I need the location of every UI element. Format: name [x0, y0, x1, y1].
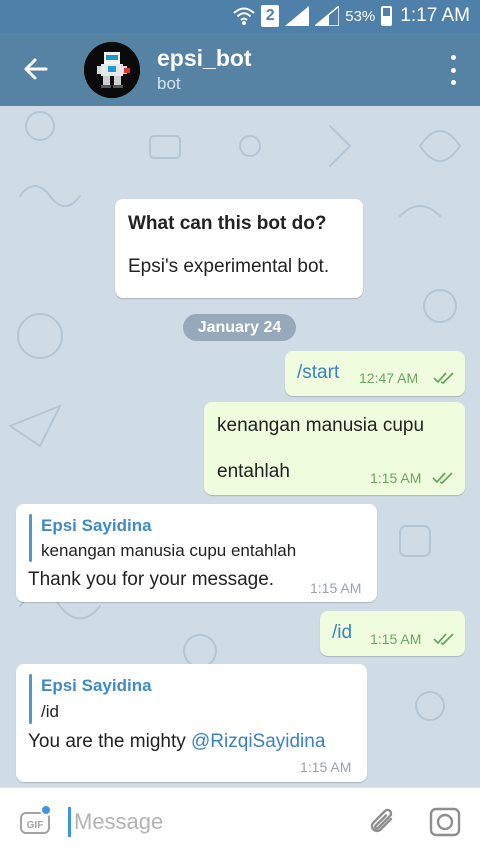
back-button[interactable] — [18, 53, 54, 85]
paperclip-icon — [370, 808, 393, 833]
message-text: entahlah — [217, 461, 290, 482]
reply-snippet: kenangan manusia cupu entahlah — [41, 541, 297, 560]
message-text: Thank you for your message. — [28, 569, 275, 590]
battery-percent: 53% — [345, 7, 376, 25]
outgoing-message[interactable]: /id 1:15 AM — [320, 611, 465, 656]
reply-quote-bar — [29, 514, 32, 562]
message-text: kenangan manusia cupu — [217, 415, 425, 436]
reply-author[interactable]: Epsi Sayidina — [41, 516, 152, 536]
reply-author[interactable]: Epsi Sayidina — [41, 676, 152, 696]
chat-header: epsi_bot bot — [0, 33, 480, 106]
double-check-icon — [432, 472, 453, 484]
more-vertical-icon — [450, 55, 456, 60]
message-time: 1:15 AM — [370, 631, 422, 647]
message-text[interactable]: /start — [297, 362, 339, 384]
message-list[interactable]: What can this bot do? Epsi's experimenta… — [0, 106, 480, 787]
message-input[interactable] — [74, 806, 334, 838]
sim-indicator: 2 — [261, 5, 280, 27]
message-text: You are the mighty @RizqiSayidina — [28, 731, 325, 753]
outgoing-message[interactable]: /start 12:47 AM — [285, 351, 465, 396]
robot-avatar-icon — [84, 42, 140, 98]
arrow-left-icon — [24, 58, 48, 80]
bot-info-description: Epsi's experimental bot. — [128, 256, 330, 277]
text-cursor — [68, 807, 71, 837]
bot-info-card: What can this bot do? Epsi's experimenta… — [115, 199, 363, 298]
message-time: 1:15 AM — [370, 470, 422, 486]
camera-button[interactable] — [429, 807, 461, 837]
outgoing-message[interactable]: kenangan manusia cupu entahlah 1:15 AM — [204, 402, 465, 495]
clock: 1:17 AM — [400, 5, 470, 26]
avatar[interactable] — [84, 42, 140, 98]
svg-text:GIF: GIF — [27, 820, 44, 831]
more-options-button[interactable] — [448, 55, 458, 85]
reply-snippet: /id — [41, 702, 59, 721]
message-text[interactable]: /id — [332, 622, 352, 644]
wifi-icon — [233, 7, 255, 25]
message-time: 1:15 AM — [310, 580, 362, 596]
date-separator: January 24 — [183, 314, 296, 341]
camera-icon — [429, 807, 461, 837]
signal-icon — [285, 6, 310, 26]
reply-quote-bar — [29, 674, 32, 724]
chat-subtitle: bot — [157, 74, 181, 93]
message-input-bar: GIF — [0, 787, 480, 853]
bot-info-title: What can this bot do? — [128, 213, 327, 234]
user-mention-link[interactable]: @RizqiSayidina — [191, 731, 325, 752]
signal-icon-2 — [315, 6, 340, 26]
double-check-icon — [433, 372, 454, 384]
message-time: 12:47 AM — [359, 370, 419, 386]
battery-icon — [381, 6, 393, 26]
status-bar: 2 53% 1:17 AM — [0, 0, 480, 33]
attach-button[interactable] — [366, 805, 400, 839]
incoming-message[interactable]: Epsi Sayidina kenangan manusia cupu enta… — [16, 504, 377, 602]
message-time: 1:15 AM — [300, 759, 352, 775]
double-check-icon — [433, 633, 454, 645]
chat-title[interactable]: epsi_bot — [157, 45, 252, 72]
incoming-message[interactable]: Epsi Sayidina /id You are the mighty @Ri… — [16, 664, 367, 782]
message-text-prefix: You are the mighty — [28, 731, 192, 752]
notification-dot — [40, 804, 52, 816]
